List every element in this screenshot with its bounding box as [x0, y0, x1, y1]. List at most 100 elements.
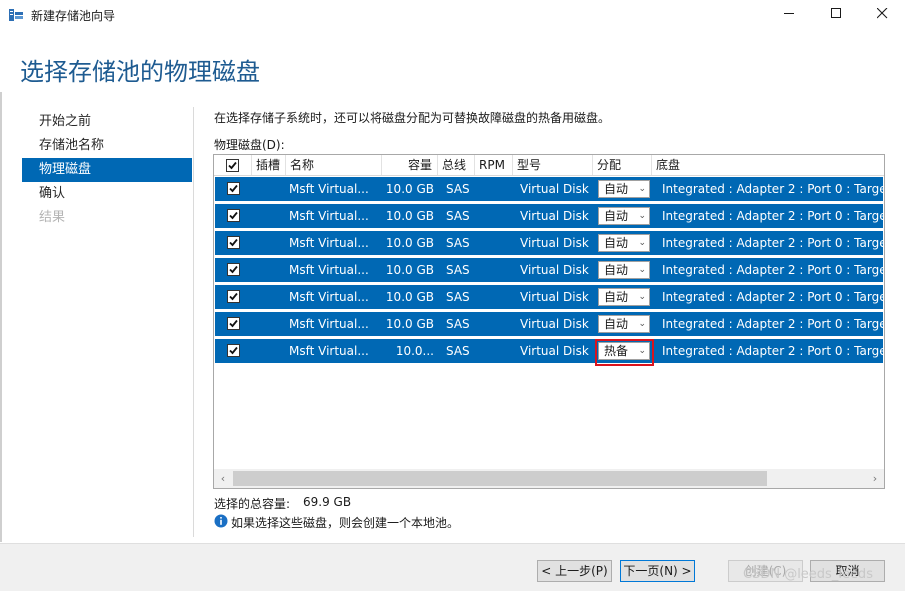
nav-item-physical-disks[interactable]: 物理磁盘 — [22, 158, 192, 182]
cell-model: Virtual Disk — [520, 344, 589, 358]
nav-item-results: 结果 — [39, 210, 66, 225]
cell-capacity: 10.0 GB — [385, 236, 434, 250]
table-row[interactable]: Msft Virtual... 10.0 GB SAS Virtual Disk… — [215, 231, 883, 255]
cell-slot — [256, 204, 286, 228]
row-checkbox[interactable] — [227, 209, 240, 222]
scrollbar-thumb[interactable] — [233, 471, 767, 486]
row-checkbox[interactable] — [227, 236, 240, 249]
cell-bus: SAS — [446, 317, 470, 331]
cell-rpm — [479, 204, 513, 228]
cell-name: Msft Virtual... — [289, 317, 369, 331]
physical-disks-grid[interactable]: 插槽 名称 容量 总线 RPM 型号 分配 底盘 Msft Virtual...… — [213, 154, 885, 489]
minimize-button[interactable] — [766, 0, 812, 30]
column-header-chassis[interactable]: 底盘 — [652, 155, 884, 175]
cell-model: Virtual Disk — [520, 290, 589, 304]
row-checkbox[interactable] — [227, 317, 240, 330]
physical-disks-label: 物理磁盘(D): — [214, 138, 285, 152]
cell-rpm — [479, 312, 513, 336]
maximize-button[interactable] — [813, 0, 859, 30]
column-header-allocation[interactable]: 分配 — [593, 155, 652, 175]
allocation-dropdown[interactable]: 自动 ⌄ — [598, 288, 650, 306]
column-header-rpm[interactable]: RPM — [475, 155, 513, 175]
allocation-dropdown[interactable]: 自动 ⌄ — [598, 261, 650, 279]
cell-model: Virtual Disk — [520, 263, 589, 277]
cell-bus: SAS — [446, 236, 470, 250]
allocation-value: 自动 — [604, 236, 629, 250]
cell-rpm — [479, 231, 513, 255]
chevron-down-icon: ⌄ — [638, 265, 646, 275]
nav-item-confirmation[interactable]: 确认 — [22, 182, 192, 206]
cell-chassis: Integrated : Adapter 2 : Port 0 : Target — [662, 317, 883, 331]
table-row[interactable]: Msft Virtual... 10.0 GB SAS Virtual Disk… — [215, 312, 883, 336]
table-row[interactable]: Msft Virtual... 10.0 GB SAS Virtual Disk… — [215, 285, 883, 309]
chevron-down-icon: ⌄ — [638, 292, 646, 302]
column-header-capacity[interactable]: 容量 — [382, 155, 438, 175]
cell-chassis: Integrated : Adapter 2 : Port 0 : Target — [662, 236, 883, 250]
row-checkbox[interactable] — [227, 263, 240, 276]
cell-model: Virtual Disk — [520, 317, 589, 331]
next-button[interactable]: 下一页(N) > — [620, 560, 695, 582]
nav-item-before-you-begin[interactable]: 开始之前 — [22, 110, 192, 134]
cell-name: Msft Virtual... — [289, 182, 369, 196]
wizard-footer: < 上一步(P) 下一页(N) > 创建(C) 取消 CSDN @leeds_l… — [0, 543, 905, 591]
page-title: 选择存储池的物理磁盘 — [20, 58, 260, 86]
cell-chassis: Integrated : Adapter 2 : Port 0 : Target — [662, 263, 883, 277]
cell-bus: SAS — [446, 290, 470, 304]
cell-chassis: Integrated : Adapter 2 : Port 0 : Target — [662, 182, 883, 196]
cell-rpm — [479, 177, 513, 201]
cell-bus: SAS — [446, 344, 470, 358]
allocation-dropdown[interactable]: 自动 ⌄ — [598, 207, 650, 225]
cell-name: Msft Virtual... — [289, 344, 369, 358]
column-select-all[interactable] — [214, 155, 252, 175]
cell-rpm — [479, 339, 513, 363]
table-row[interactable]: Msft Virtual... 10.0 GB SAS Virtual Disk… — [215, 258, 883, 282]
cell-capacity: 10.0 GB — [385, 290, 434, 304]
scroll-left-icon[interactable]: ‹ — [214, 469, 232, 488]
table-row[interactable]: Msft Virtual... 10.0 GB SAS Virtual Disk… — [215, 204, 883, 228]
allocation-dropdown[interactable]: 自动 ⌄ — [598, 315, 650, 333]
page-description: 在选择存储子系统时，还可以将磁盘分配为可替换故障磁盘的热备用磁盘。 — [214, 111, 611, 125]
allocation-dropdown[interactable]: 自动 ⌄ — [598, 234, 650, 252]
cell-name: Msft Virtual... — [289, 290, 369, 304]
info-message: 如果选择这些磁盘，则会创建一个本地池。 — [231, 516, 460, 530]
cell-model: Virtual Disk — [520, 209, 589, 223]
select-all-checkbox[interactable] — [226, 159, 239, 172]
allocation-value: 自动 — [604, 263, 629, 277]
cell-model: Virtual Disk — [520, 182, 589, 196]
column-header-name[interactable]: 名称 — [286, 155, 382, 175]
nav-item-pool-name[interactable]: 存储池名称 — [22, 134, 192, 158]
row-checkbox[interactable] — [227, 344, 240, 357]
horizontal-scrollbar[interactable]: ‹ › — [214, 469, 884, 488]
cell-name: Msft Virtual... — [289, 209, 369, 223]
cell-slot — [256, 231, 286, 255]
minimize-icon — [783, 8, 795, 22]
allocation-dropdown[interactable]: 自动 ⌄ — [598, 180, 650, 198]
grid-header: 插槽 名称 容量 总线 RPM 型号 分配 底盘 — [214, 155, 884, 176]
row-checkbox[interactable] — [227, 290, 240, 303]
cell-slot — [256, 258, 286, 282]
row-checkbox[interactable] — [227, 182, 240, 195]
close-icon — [876, 7, 888, 22]
chevron-down-icon: ⌄ — [638, 238, 646, 248]
chevron-down-icon: ⌄ — [638, 211, 646, 221]
cell-bus: SAS — [446, 263, 470, 277]
table-row[interactable]: Msft Virtual... 10.0 GB SAS Virtual Disk… — [215, 177, 883, 201]
allocation-value: 自动 — [604, 182, 629, 196]
allocation-value: 自动 — [604, 317, 629, 331]
cell-capacity: 10.0 GB — [385, 317, 434, 331]
total-capacity-value: 69.9 GB — [303, 495, 352, 509]
close-button[interactable] — [859, 0, 905, 30]
column-header-bus[interactable]: 总线 — [438, 155, 475, 175]
cell-chassis: Integrated : Adapter 2 : Port 0 : Target — [662, 344, 883, 358]
previous-button[interactable]: < 上一步(P) — [537, 560, 612, 582]
info-icon — [214, 514, 228, 528]
scroll-right-icon[interactable]: › — [866, 469, 884, 488]
column-header-model[interactable]: 型号 — [513, 155, 593, 175]
cell-capacity: 10.0 GB — [385, 263, 434, 277]
chevron-down-icon: ⌄ — [638, 184, 646, 194]
column-header-slot[interactable]: 插槽 — [252, 155, 286, 175]
total-capacity-label: 选择的总容量: — [214, 497, 291, 511]
cell-bus: SAS — [446, 182, 470, 196]
table-row[interactable]: Msft Virtual... 10.0... SAS Virtual Disk… — [215, 339, 883, 366]
allocation-value: 自动 — [604, 209, 629, 223]
